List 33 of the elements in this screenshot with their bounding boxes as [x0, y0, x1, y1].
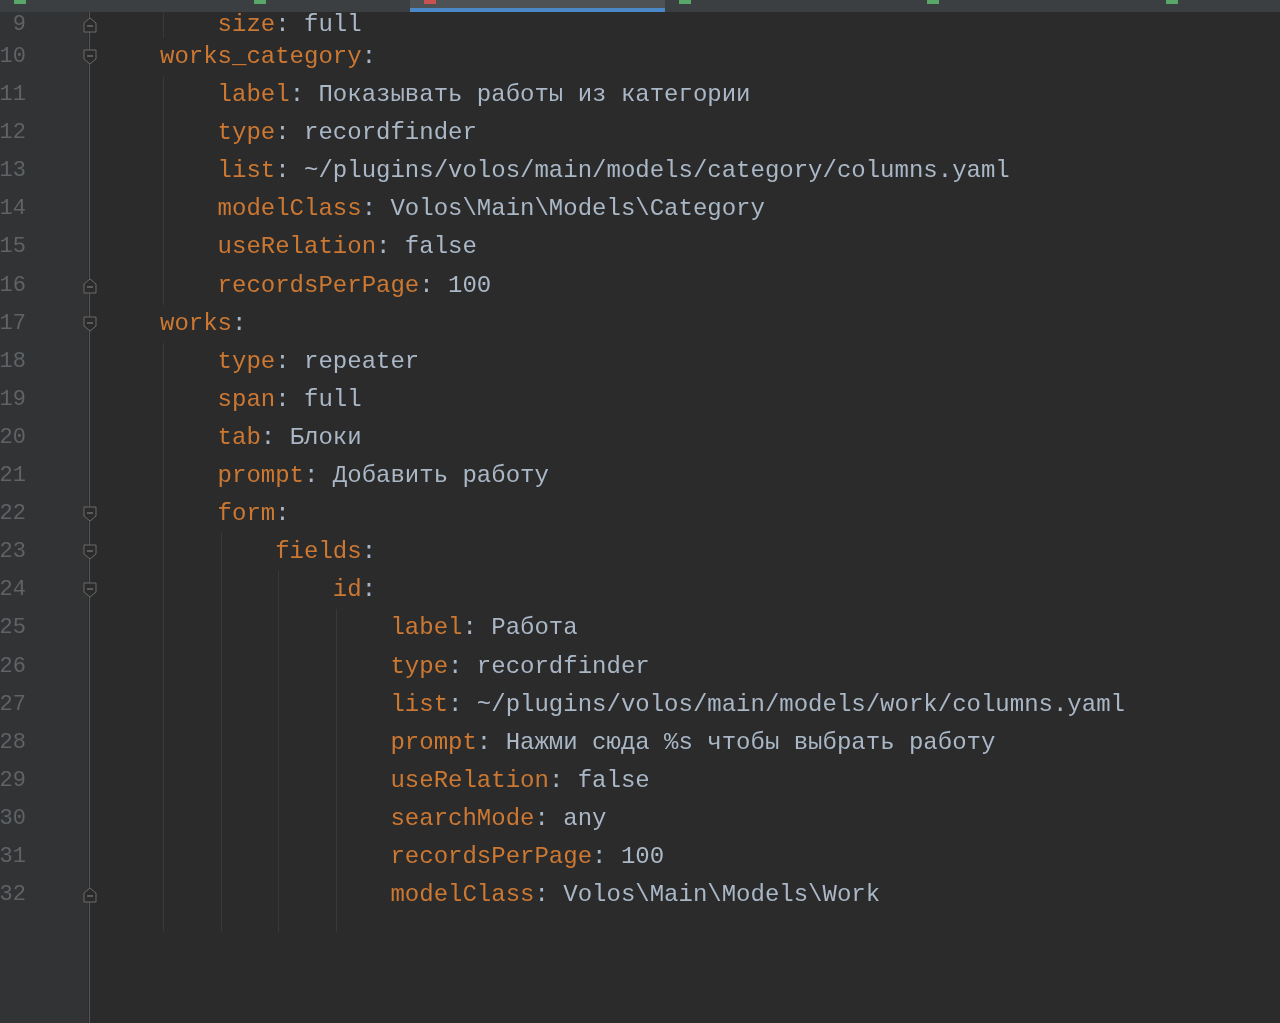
code-line: modelClass: Volos\Main\Models\Work [390, 880, 881, 911]
code-line: type: repeater [217, 346, 420, 377]
code-line: prompt: Добавить работу [217, 461, 549, 492]
code-line: form: [217, 499, 290, 530]
code-line: list: ~/plugins/volos/main/models/category/columns.yaml [217, 156, 1010, 187]
unfold-marker-icon[interactable] [83, 17, 97, 33]
unfold-marker-icon[interactable] [83, 887, 97, 904]
fold-marker-icon[interactable] [83, 582, 97, 599]
code-line: size: full [217, 12, 362, 38]
code-line: recordsPerPage: 100 [217, 270, 492, 301]
code-line: label: Показывать работы из категории [217, 80, 751, 111]
code-line: modelClass: Volos\Main\Models\Category [217, 194, 765, 225]
code-line: prompt: Нажми сюда %s чтобы выбрать работу [390, 727, 996, 758]
code-line: works_category: [160, 42, 377, 72]
code-line: span: full [217, 384, 362, 415]
code-line: works: [160, 308, 247, 339]
code-line: useRelation: false [390, 765, 650, 796]
code-line: list: ~/plugins/volos/main/models/work/columns.yaml [390, 689, 1125, 720]
fold-marker-icon[interactable] [83, 315, 97, 332]
code-line: label: Работа [390, 613, 578, 644]
editor-tab[interactable] [410, 0, 665, 12]
code-line: id: [332, 575, 377, 606]
code-line: useRelation: false [217, 232, 477, 263]
code-line: type: recordfinder [217, 118, 477, 149]
fold-marker-icon[interactable] [83, 544, 97, 561]
code-line: type: recordfinder [390, 651, 650, 682]
unfold-marker-icon[interactable] [83, 277, 97, 294]
fold-marker-icon[interactable] [83, 49, 97, 66]
fold-marker-icon[interactable] [83, 506, 97, 523]
code-line: recordsPerPage: 100 [390, 841, 665, 872]
code-line: fields: [275, 537, 377, 568]
code-line: searchMode: any [390, 803, 607, 834]
code-line: tab: Блоки [217, 422, 362, 453]
